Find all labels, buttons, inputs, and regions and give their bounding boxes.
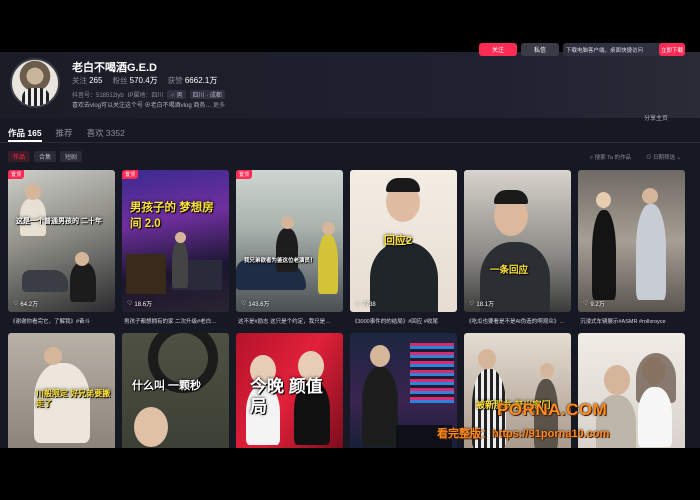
likes-count: 6662.1万	[184, 76, 218, 85]
video-card[interactable]: 我兄弟欲者为鉴这位老演员！ 置顶 ♡ 143.6万	[236, 170, 343, 312]
like-count: ♡ 18.6万	[127, 301, 153, 308]
ip-location: IP属地：四川	[127, 93, 164, 99]
filter-works[interactable]: 作品	[8, 151, 31, 162]
tab-works[interactable]: 作品 165	[8, 127, 42, 139]
heart-icon: ♡	[127, 301, 133, 307]
works-search[interactable]: ⌕ 搜索 Ta 的作品	[590, 153, 631, 162]
heart-icon: ♡	[241, 301, 247, 307]
filter-short-drama[interactable]: 短剧	[60, 151, 83, 162]
video-card[interactable]: 川般限定 好兄弟要搬走了	[8, 333, 115, 450]
video-card[interactable]: ♡ 9.2万	[578, 170, 685, 312]
tab-recommend[interactable]: 推荐	[56, 127, 73, 139]
pinned-badge: 置顶	[122, 170, 139, 179]
like-count: ♡ 64.2万	[13, 301, 39, 308]
video-caption[interactable]: 《谢谢你看完它，了解我》#奋斗	[10, 317, 117, 325]
video-caption[interactable]: 《3000事件的的结局》#回应 #收尾	[352, 317, 459, 325]
heart-icon: ♡	[583, 301, 589, 307]
tab-likes[interactable]: 喜欢 3352	[87, 127, 125, 139]
heart-icon: ♡	[355, 302, 361, 308]
share-home-button[interactable]: 分享主页	[644, 113, 668, 122]
profile-meta: 抖音号：518512lyb IP属地：四川 ♂ 男 四川 · 成都	[72, 90, 225, 99]
bottom-black-bar	[0, 448, 700, 500]
profile-tabs: 作品 165 推荐 喜欢 3352	[8, 127, 125, 139]
avatar[interactable]	[10, 58, 60, 108]
video-caption[interactable]: 沉浸式车辆展示#ASMR #rollsroyce	[580, 317, 687, 325]
follow-button[interactable]: 关注	[479, 43, 517, 56]
like-count: ♡ 7738	[355, 301, 376, 309]
date-filter-button[interactable]: ⊙ 日期筛选 ⌄	[646, 153, 681, 161]
video-card[interactable]: 男孩子的 梦想房间 2.0 置顶 ♡ 18.6万	[122, 170, 229, 312]
watermark-site: PORNA.COM	[497, 400, 608, 419]
video-card[interactable]: 一条回应 ♡ 18.1万	[464, 170, 571, 312]
gender-tag: ♂ 男	[167, 90, 186, 99]
like-count: ♡ 18.1万	[469, 301, 495, 308]
divider	[0, 142, 700, 143]
douyin-id: 抖音号：518512lyb	[72, 93, 124, 99]
video-card[interactable]: 这是一个普通男孩的 二十年 置顶 ♡ 64.2万	[8, 170, 115, 312]
pinned-badge: 置顶	[236, 170, 253, 179]
like-count: ♡ 9.2万	[583, 301, 605, 308]
profile-bio: 喜欢去vlog可以关注这个号 ⊕老白不喝酒vlog 商务… 更多	[72, 103, 226, 109]
pinned-badge: 置顶	[8, 170, 25, 179]
watermark-url: 看完整版：https://91porna10.com	[437, 428, 610, 440]
bio-more-link[interactable]: 更多	[213, 103, 225, 109]
fans-count[interactable]: 570.4万	[130, 76, 158, 85]
following-count[interactable]: 265	[89, 76, 102, 85]
profile-name: 老白不喝酒G.E.D	[72, 62, 157, 74]
video-card[interactable]: 什么叫 一颗秒	[122, 333, 229, 450]
download-client-banner[interactable]: 下载电脑客户端，桌面快捷访问 立即下载	[563, 43, 685, 56]
search-icon: ⌕	[590, 155, 594, 161]
like-count: ♡ 143.6万	[241, 301, 270, 308]
video-caption[interactable]: 《吃瓜也要看是不是AI伪造的啊观众》…	[466, 317, 573, 325]
video-card[interactable]: 今晚 颜值局	[236, 333, 343, 450]
video-caption[interactable]: 男孩子都想拥有的家 二次升级#老白…	[124, 317, 231, 325]
filter-collections[interactable]: 合集	[34, 151, 57, 162]
location-tag: 四川 · 成都	[189, 90, 225, 99]
message-button[interactable]: 私信	[521, 43, 559, 56]
profile-header: 老白不喝酒G.E.D 关注 265 粉丝 570.4万 获赞 6662.1万 抖…	[0, 52, 700, 122]
download-now-button[interactable]: 立即下载	[659, 43, 685, 56]
heart-icon: ♡	[13, 301, 19, 307]
profile-stats: 关注 265 粉丝 570.4万 获赞 6662.1万	[72, 76, 218, 85]
video-caption[interactable]: 这不是#励志 这只是个约定，我只是…	[238, 317, 345, 325]
video-card[interactable]: 回应2 ♡ 7738	[350, 170, 457, 312]
heart-icon: ♡	[469, 301, 475, 307]
filter-pills: 作品 合集 短剧	[8, 151, 83, 162]
